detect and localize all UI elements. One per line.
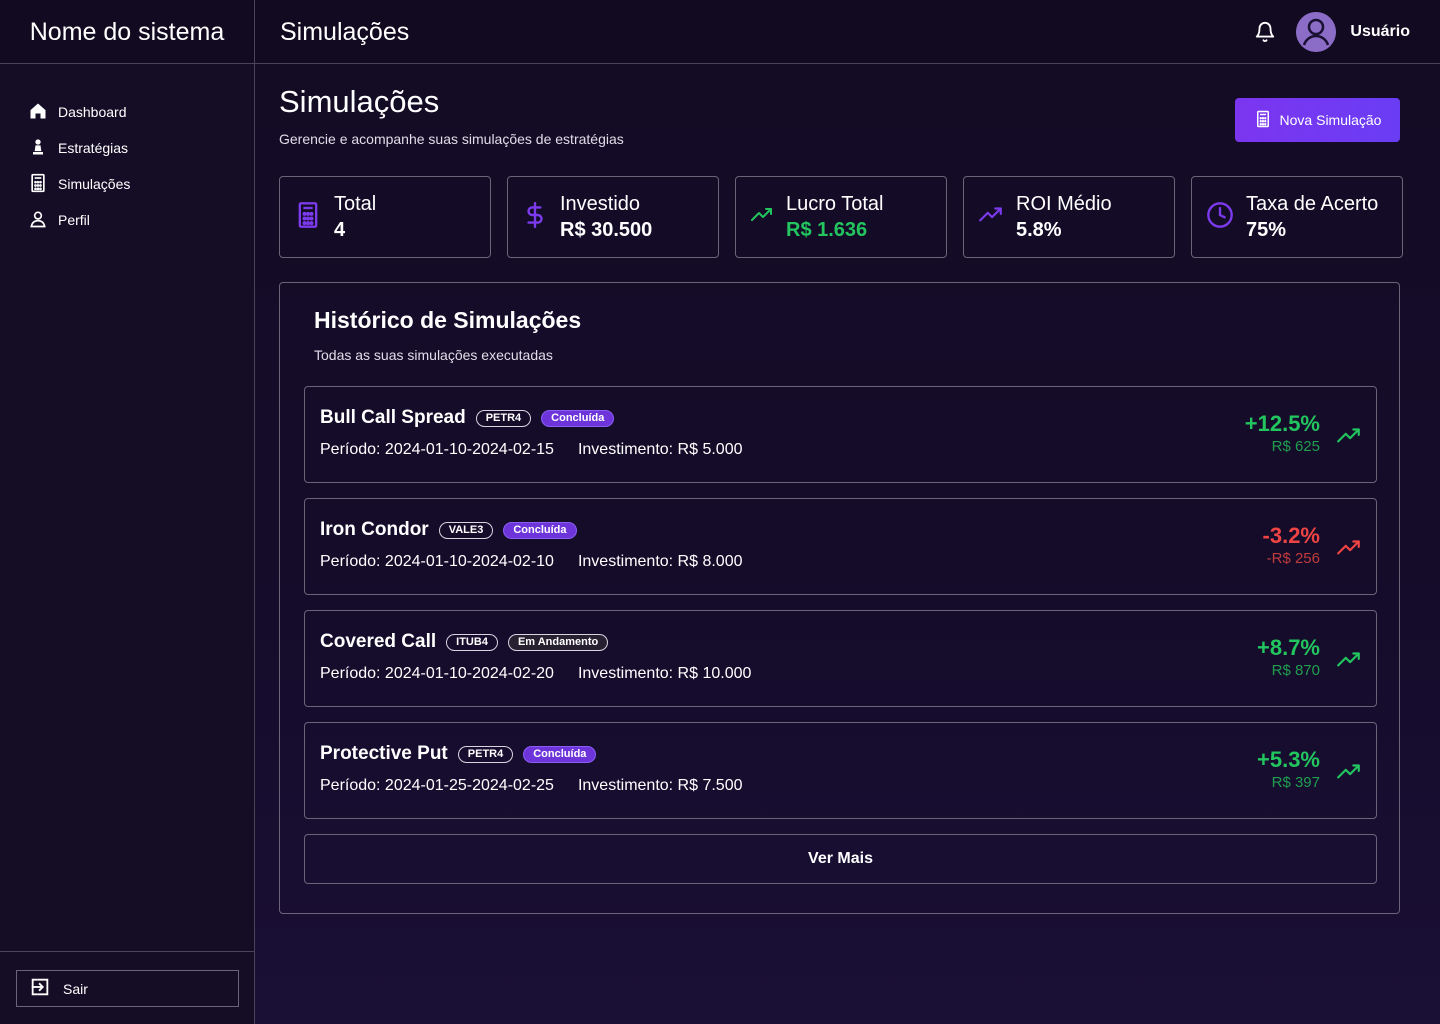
simulation-list: Bull Call Spread PETR4 Concluída Período… xyxy=(304,386,1377,834)
history-panel: Histórico de Simulações Todas as suas si… xyxy=(279,282,1400,914)
status-badge: Concluída xyxy=(503,521,577,539)
simulation-return-pct: +8.7% xyxy=(1257,635,1320,660)
stat-value: 5.8% xyxy=(1016,219,1062,241)
trending-up-icon xyxy=(1336,759,1362,790)
chess-pawn-icon xyxy=(28,137,48,160)
new-simulation-button[interactable]: Nova Simulação xyxy=(1235,98,1400,142)
stat-label: Investido xyxy=(560,193,641,215)
sidebar-item-perfil[interactable]: Perfil xyxy=(28,202,130,238)
home-icon xyxy=(28,101,48,124)
simulation-card[interactable]: Iron Condor VALE3 Concluída Período: 202… xyxy=(304,498,1377,595)
simulation-name: Protective Put xyxy=(320,743,448,764)
simulation-period: Período: 2024-01-10-2024-02-15 xyxy=(320,441,554,458)
stat-card-lucro-total: Lucro Total R$ 1.636 xyxy=(735,176,947,258)
simulation-investment: Investimento: R$ 7.500 xyxy=(577,777,743,794)
status-badge: Concluída xyxy=(523,745,597,763)
stat-card-roi-medio: ROI Médio 5.8% xyxy=(963,176,1175,258)
history-title: Histórico de Simulações xyxy=(314,307,582,333)
stats-row: Total 4 Investido R$ 30.500 Lucro Total … xyxy=(279,176,1403,258)
history-subtitle: Todas as suas simulações executadas xyxy=(314,347,553,363)
ticker-badge: VALE3 xyxy=(438,521,494,539)
calculator-icon xyxy=(1254,110,1272,131)
logout-icon xyxy=(29,976,51,1001)
header-user-area: Usuário xyxy=(1254,0,1410,64)
calculator-icon xyxy=(28,173,48,196)
sidebar-item-label: Simulações xyxy=(58,176,131,192)
sidebar-item-label: Dashboard xyxy=(58,104,127,120)
simulation-return-amount: -R$ 256 xyxy=(1266,550,1320,567)
trending-up-icon xyxy=(1336,647,1362,678)
sidebar-footer: Sair xyxy=(0,951,255,1024)
system-name: Nome do sistema xyxy=(0,0,255,64)
page-subtitle: Gerencie e acompanhe suas simulações de … xyxy=(279,131,624,147)
simulation-name: Covered Call xyxy=(320,631,437,652)
sidebar-item-simulacoes[interactable]: Simulações xyxy=(28,166,130,202)
trending-up-icon xyxy=(978,202,1004,233)
logout-button[interactable]: Sair xyxy=(16,970,239,1007)
simulation-return-pct: -3.2% xyxy=(1262,523,1320,548)
simulation-return-amount: R$ 397 xyxy=(1271,774,1320,791)
user-icon xyxy=(28,209,48,232)
stat-label: Taxa de Acerto xyxy=(1246,193,1379,215)
calculator-icon xyxy=(294,201,322,234)
stat-value: 4 xyxy=(334,219,346,241)
page-title: Simulações xyxy=(279,84,440,119)
stat-label: Total xyxy=(334,193,377,215)
simulation-investment: Investimento: R$ 10.000 xyxy=(577,665,752,682)
simulation-card[interactable]: Protective Put PETR4 Concluída Período: … xyxy=(304,722,1377,819)
sidebar-item-estrategias[interactable]: Estratégias xyxy=(28,130,130,166)
dollar-icon xyxy=(522,200,548,235)
simulation-name: Bull Call Spread xyxy=(320,407,466,428)
bell-icon[interactable] xyxy=(1254,21,1276,43)
sidebar-item-label: Estratégias xyxy=(58,140,129,156)
simulation-name: Iron Condor xyxy=(320,519,429,540)
trending-up-icon xyxy=(1336,423,1362,454)
simulation-return-amount: R$ 625 xyxy=(1271,438,1320,455)
stat-label: ROI Médio xyxy=(1016,193,1112,215)
ticker-badge: PETR4 xyxy=(475,409,532,427)
clock-icon xyxy=(1206,201,1234,234)
simulation-card[interactable]: Covered Call ITUB4 Em Andamento Período:… xyxy=(304,610,1377,707)
stat-card-total: Total 4 xyxy=(279,176,491,258)
trending-up-icon xyxy=(750,203,774,232)
trending-up-icon xyxy=(1336,535,1362,566)
top-header: Nome do sistema Simulações Usuário xyxy=(0,0,1440,64)
sidebar: Dashboard Estratégias Simulações Perfil xyxy=(0,64,255,1024)
sidebar-item-dashboard[interactable]: Dashboard xyxy=(28,94,130,130)
simulation-investment: Investimento: R$ 5.000 xyxy=(577,441,743,458)
username[interactable]: Usuário xyxy=(1350,23,1410,41)
sidebar-nav: Dashboard Estratégias Simulações Perfil xyxy=(28,94,130,238)
simulation-investment: Investimento: R$ 8.000 xyxy=(577,553,743,570)
status-badge: Em Andamento xyxy=(507,633,609,651)
stat-value: 75% xyxy=(1246,219,1287,241)
sidebar-item-label: Perfil xyxy=(58,212,90,228)
simulation-period: Período: 2024-01-10-2024-02-20 xyxy=(320,665,554,682)
stat-value: R$ 1.636 xyxy=(786,219,868,241)
stat-card-investido: Investido R$ 30.500 xyxy=(507,176,719,258)
simulation-return-pct: +5.3% xyxy=(1257,747,1320,772)
ticker-badge: ITUB4 xyxy=(446,633,498,651)
simulation-period: Período: 2024-01-10-2024-02-10 xyxy=(320,553,554,570)
simulation-card[interactable]: Bull Call Spread PETR4 Concluída Período… xyxy=(304,386,1377,483)
header-page-title: Simulações xyxy=(280,17,410,46)
simulation-period: Período: 2024-01-25-2024-02-25 xyxy=(320,777,554,794)
logout-label: Sair xyxy=(63,980,88,997)
simulation-return-pct: +12.5% xyxy=(1244,411,1320,436)
stat-card-taxa-acerto: Taxa de Acerto 75% xyxy=(1191,176,1403,258)
stat-value: R$ 30.500 xyxy=(560,219,653,241)
simulation-return-amount: R$ 870 xyxy=(1271,662,1320,679)
avatar[interactable] xyxy=(1296,12,1337,52)
status-badge: Concluída xyxy=(541,409,615,427)
stat-label: Lucro Total xyxy=(786,193,884,215)
see-more-button[interactable]: Ver Mais xyxy=(304,834,1377,884)
ticker-badge: PETR4 xyxy=(457,745,514,763)
new-simulation-label: Nova Simulação xyxy=(1279,112,1382,128)
